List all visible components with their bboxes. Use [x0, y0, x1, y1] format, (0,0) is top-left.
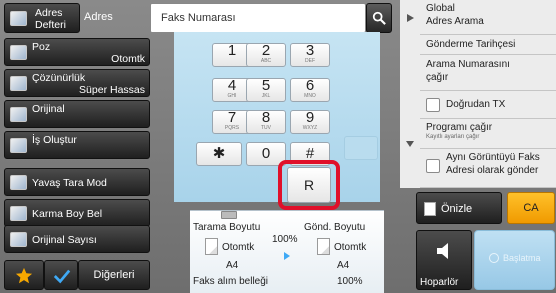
- slow-scan-mode-button[interactable]: Yavaş Tara Mod: [4, 168, 150, 196]
- address-book-icon: [10, 11, 27, 26]
- send-paper-value: A4: [337, 260, 350, 271]
- direct-tx-checkbox[interactable]: [426, 98, 440, 112]
- arrow-right-small-icon: [407, 14, 414, 22]
- speaker-icon: [437, 243, 448, 259]
- search-icon: [372, 11, 386, 25]
- job-build-icon: [10, 138, 27, 153]
- fax-number-input[interactable]: Faks Numarası: [150, 3, 366, 33]
- resolution-value: Süper Hassas: [79, 84, 145, 96]
- scanner-icon: [221, 211, 237, 219]
- exposure-button[interactable]: Poz Otomtk: [4, 38, 150, 66]
- scan-paper-value: A4: [226, 260, 239, 271]
- address-book-button[interactable]: Adres Defteri: [4, 3, 80, 33]
- preview-button[interactable]: Önizle: [416, 192, 502, 224]
- key-8[interactable]: 8 TUV: [246, 110, 286, 134]
- program-recall-line2: Kayıtlı ayarları çağır: [426, 134, 480, 140]
- original-count-icon: [10, 232, 27, 247]
- fax-number-placeholder: Faks Numarası: [161, 12, 236, 24]
- global-address-search[interactable]: Global Adres Arama: [420, 0, 556, 35]
- original-count-button[interactable]: Orijinal Sayısı: [4, 225, 150, 253]
- recall-search-line2: çağır: [426, 72, 449, 83]
- slow-scan-label: Yavaş Tara Mod: [32, 177, 107, 189]
- key-r[interactable]: R: [287, 167, 331, 203]
- start-label: Başlatma: [503, 253, 541, 263]
- resolution-button[interactable]: Çözünürlük Süper Hassas: [4, 69, 150, 97]
- send-document-icon: [317, 238, 330, 255]
- recall-search-number[interactable]: Arama Numarasını çağır: [420, 55, 556, 91]
- preview-icon: [424, 202, 436, 216]
- preview-label: Önizle: [441, 203, 473, 215]
- original-icon: [10, 107, 27, 122]
- global-search-line2: Adres Arama: [426, 16, 484, 27]
- key-5[interactable]: 5 JKL: [246, 78, 286, 102]
- original-count-label: Orijinal Sayısı: [32, 234, 97, 246]
- send-same-image-fax[interactable]: Aynı Görüntüyü Faks Adresi olarak gönder: [420, 149, 556, 188]
- arrow-right-icon: [284, 252, 290, 260]
- scan-document-icon: [205, 238, 218, 255]
- favorite-button[interactable]: [4, 260, 44, 290]
- fax-memory-label: Faks alım belleği: [193, 276, 269, 287]
- program-recall[interactable]: Programı çağır Kayıtlı ayarları çağır: [420, 119, 556, 149]
- same-image-checkbox[interactable]: [426, 159, 440, 173]
- scan-mode-value: Otomtk: [222, 242, 255, 253]
- check-button[interactable]: [44, 260, 78, 290]
- search-button[interactable]: [366, 3, 392, 33]
- panel-expand-arrow[interactable]: [400, 0, 420, 35]
- original-button[interactable]: Orijinal: [4, 100, 150, 128]
- send-history[interactable]: Gönderme Tarihçesi: [420, 35, 556, 55]
- clear-all-button[interactable]: CA: [507, 192, 555, 224]
- send-size-label: Gönd. Boyutu: [304, 222, 366, 233]
- mixed-size-label: Karma Boy Bel: [32, 208, 103, 220]
- program-recall-line1: Programı çağır: [426, 122, 493, 133]
- start-icon: [489, 253, 499, 263]
- same-image-line2: Adresi olarak gönder: [446, 165, 539, 176]
- job-build-label: İş Oluştur: [32, 134, 77, 146]
- global-search-line1: Global: [426, 3, 455, 14]
- others-label: Diğerleri: [93, 269, 135, 281]
- fax-memory-value: 100%: [337, 276, 363, 287]
- job-build-button[interactable]: İş Oluştur: [4, 131, 150, 159]
- resolution-icon: [10, 76, 27, 91]
- key-6[interactable]: 6 MNO: [290, 78, 330, 102]
- exposure-label: Poz: [32, 41, 51, 53]
- address-book-label-line2: Defteri: [35, 19, 66, 31]
- mixed-size-original-button[interactable]: Karma Boy Bel: [4, 199, 150, 227]
- speaker-button[interactable]: Hoparlör: [416, 230, 472, 290]
- key-asterisk[interactable]: ✱: [196, 142, 242, 166]
- start-button[interactable]: Başlatma: [474, 230, 555, 290]
- chevron-down-icon: [406, 141, 414, 147]
- ratio-value: 100%: [272, 234, 298, 245]
- key-3[interactable]: 3 DEF: [290, 43, 330, 67]
- exposure-icon: [10, 45, 27, 60]
- send-history-label: Gönderme Tarihçesi: [426, 39, 516, 50]
- slow-scan-icon: [10, 175, 27, 190]
- scan-size-label: Tarama Boyutu: [193, 222, 261, 233]
- direct-tx[interactable]: Doğrudan TX: [420, 91, 556, 119]
- mixed-size-icon: [10, 206, 27, 221]
- original-label: Orijinal: [32, 103, 65, 115]
- key-2[interactable]: 2 ABC: [246, 43, 286, 67]
- pause-key[interactable]: [344, 136, 378, 160]
- address-book-label-line1: Adres: [35, 7, 63, 19]
- clear-all-label: CA: [523, 202, 539, 214]
- others-button[interactable]: Diğerleri: [78, 260, 150, 290]
- address-label: Adres: [84, 11, 113, 23]
- same-image-line1: Aynı Görüntüyü Faks: [446, 152, 540, 163]
- right-panel-scroll-down[interactable]: [400, 119, 420, 149]
- key-9[interactable]: 9 WXYZ: [290, 110, 330, 134]
- speaker-label: Hoparlör: [420, 277, 459, 288]
- star-icon: [15, 267, 33, 284]
- send-mode-value: Otomtk: [334, 242, 367, 253]
- checkmark-icon: [53, 269, 71, 284]
- resolution-label: Çözünürlük: [32, 72, 86, 84]
- exposure-value: Otomtk: [111, 53, 145, 65]
- recall-search-line1: Arama Numarasını: [426, 59, 510, 70]
- direct-tx-label: Doğrudan TX: [446, 99, 506, 110]
